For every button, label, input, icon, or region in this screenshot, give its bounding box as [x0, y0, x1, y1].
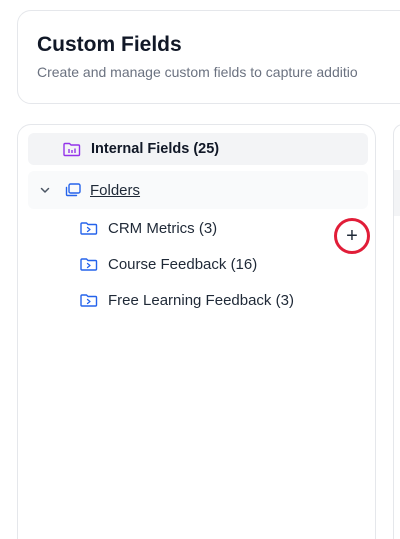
custom-fields-page: Custom Fields Create and manage custom f… — [0, 0, 400, 539]
folder-item-label: Course Feedback (16) — [108, 255, 258, 273]
folders-label[interactable]: Folders — [90, 182, 140, 199]
main-content-row-shade — [394, 170, 400, 216]
sidebar-item-internal-fields[interactable]: Internal Fields (25) — [28, 133, 368, 165]
folder-item-crm-metrics[interactable]: CRM Metrics (3) — [80, 214, 360, 242]
folders-stack-icon — [64, 182, 82, 198]
folder-icon — [80, 292, 98, 308]
internal-fields-label: Internal Fields (25) — [91, 141, 220, 157]
page-title: Custom Fields — [37, 33, 182, 56]
chevron-down-icon[interactable] — [38, 183, 52, 197]
folder-item-free-learning-feedback[interactable]: Free Learning Feedback (3) — [80, 286, 360, 314]
folder-item-course-feedback[interactable]: Course Feedback (16) — [80, 250, 360, 278]
sidebar-item-folders[interactable]: Folders + — [28, 171, 370, 254]
folder-sidebar: Internal Fields (25) Folders + CRM Metri… — [17, 124, 376, 539]
main-content-edge — [393, 124, 400, 539]
folder-item-label: CRM Metrics (3) — [108, 219, 218, 237]
internal-fields-icon — [63, 141, 81, 157]
folder-icon — [80, 256, 98, 272]
page-subtitle: Create and manage custom fields to captu… — [37, 64, 358, 80]
folder-item-label: Free Learning Feedback (3) — [108, 291, 294, 309]
page-header: Custom Fields Create and manage custom f… — [17, 10, 400, 104]
folder-icon — [80, 220, 98, 236]
